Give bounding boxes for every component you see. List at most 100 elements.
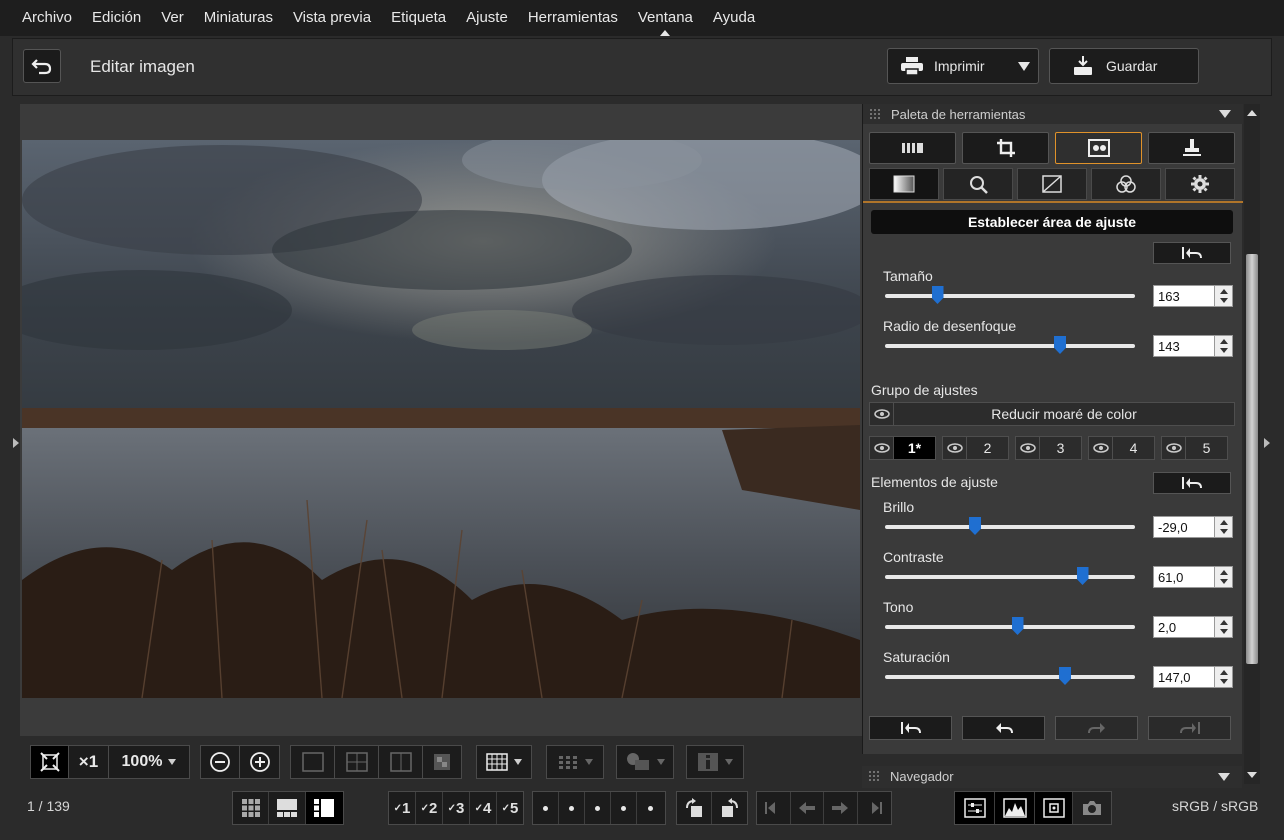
- tab-adjustment[interactable]: [1055, 132, 1142, 164]
- next-image-button[interactable]: [824, 792, 858, 824]
- rating-3-button[interactable]: ✓ 3: [443, 792, 470, 824]
- eye-icon[interactable]: [870, 403, 894, 425]
- size-slider-thumb[interactable]: [931, 286, 944, 304]
- menu-vista-previa[interactable]: Vista previa: [283, 0, 381, 36]
- menu-ventana[interactable]: Ventana: [628, 0, 703, 36]
- group-tab-4[interactable]: 4: [1088, 436, 1155, 460]
- before-after-button[interactable]: [423, 746, 461, 778]
- size-value[interactable]: 163: [1158, 289, 1180, 304]
- stepper-arrows[interactable]: [1214, 667, 1232, 687]
- save-button[interactable]: Guardar: [1049, 48, 1199, 84]
- brightness-stepper[interactable]: -29,0: [1153, 516, 1233, 538]
- grip-icon[interactable]: [869, 108, 881, 120]
- saturation-slider-thumb[interactable]: [1059, 667, 1071, 685]
- contrast-slider-thumb[interactable]: [1076, 567, 1089, 585]
- palette-header[interactable]: Paleta de herramientas: [863, 104, 1243, 124]
- group-tab-5[interactable]: 5: [1161, 436, 1228, 460]
- menu-ajuste[interactable]: Ajuste: [456, 0, 518, 36]
- stepper-arrows[interactable]: [1214, 517, 1232, 537]
- filmstrip-layout-button[interactable]: [269, 792, 306, 824]
- hue-slider[interactable]: [885, 617, 1135, 635]
- split-view-button[interactable]: [379, 746, 423, 778]
- af-point-select[interactable]: [546, 745, 604, 779]
- collapse-left-icon[interactable]: [13, 438, 19, 448]
- stepper-arrows[interactable]: [1214, 617, 1232, 637]
- zoom-in-button[interactable]: [240, 746, 279, 778]
- highlight-warning-select[interactable]: [616, 745, 674, 779]
- tab-area[interactable]: [869, 168, 939, 200]
- last-image-button[interactable]: [858, 792, 891, 824]
- redo-all-button[interactable]: [1148, 716, 1231, 740]
- eye-icon[interactable]: [870, 437, 894, 459]
- fit-screen-button[interactable]: [31, 746, 69, 778]
- first-image-button[interactable]: [757, 792, 791, 824]
- eye-icon[interactable]: [1016, 437, 1040, 459]
- rotate-left-button[interactable]: [677, 792, 713, 824]
- preview-layout-button[interactable]: [305, 792, 343, 824]
- area-reset-button[interactable]: [1153, 242, 1231, 264]
- thumbnail-layout-button[interactable]: [233, 792, 270, 824]
- eye-icon[interactable]: [1089, 437, 1113, 459]
- contrast-stepper[interactable]: 61,0: [1153, 566, 1233, 588]
- star-4-button[interactable]: [611, 792, 637, 824]
- back-button[interactable]: [23, 49, 61, 83]
- undo-button[interactable]: [962, 716, 1045, 740]
- grid-button[interactable]: [477, 746, 531, 778]
- tab-settings[interactable]: [1165, 168, 1235, 200]
- stepper-arrows[interactable]: [1214, 567, 1232, 587]
- star-5-button[interactable]: [637, 792, 663, 824]
- blur-radius-value[interactable]: 143: [1158, 339, 1180, 354]
- af-display-button[interactable]: [1035, 792, 1073, 824]
- rating-1-button[interactable]: ✓ 1: [389, 792, 416, 824]
- scroll-up-icon[interactable]: [1247, 110, 1257, 116]
- brightness-value[interactable]: -29,0: [1158, 520, 1188, 535]
- adjust-group-row[interactable]: Reducir moaré de color: [869, 402, 1235, 426]
- menu-ver[interactable]: Ver: [151, 0, 194, 36]
- contrast-slider[interactable]: [885, 567, 1135, 585]
- chevron-down-icon[interactable]: [1018, 62, 1030, 71]
- tab-tone-curve[interactable]: [1017, 168, 1087, 200]
- histogram-button[interactable]: [995, 792, 1035, 824]
- brightness-slider[interactable]: [885, 517, 1135, 535]
- rating-4-button[interactable]: ✓ 4: [470, 792, 497, 824]
- blur-radius-stepper[interactable]: 143: [1153, 335, 1233, 357]
- hue-stepper[interactable]: 2,0: [1153, 616, 1233, 638]
- print-button[interactable]: Imprimir: [887, 48, 1039, 84]
- tab-basic[interactable]: [869, 132, 956, 164]
- contrast-value[interactable]: 61,0: [1158, 570, 1183, 585]
- group-tab-3[interactable]: 3: [1015, 436, 1082, 460]
- rotate-right-button[interactable]: [712, 792, 747, 824]
- blur-radius-slider-thumb[interactable]: [1054, 336, 1066, 354]
- info-select[interactable]: [686, 745, 744, 779]
- adjustment-display-button[interactable]: [955, 792, 995, 824]
- scrollbar-thumb[interactable]: [1246, 254, 1258, 664]
- highlight-warning-button[interactable]: [617, 746, 673, 778]
- elements-reset-button[interactable]: [1153, 472, 1231, 494]
- rating-5-button[interactable]: ✓ 5: [497, 792, 523, 824]
- saturation-value[interactable]: 147,0: [1158, 670, 1191, 685]
- menu-etiqueta[interactable]: Etiqueta: [381, 0, 456, 36]
- af-points-button[interactable]: [547, 746, 603, 778]
- tab-color[interactable]: [1091, 168, 1161, 200]
- info-button[interactable]: [687, 746, 743, 778]
- menu-miniaturas[interactable]: Miniaturas: [194, 0, 283, 36]
- tab-crop[interactable]: [962, 132, 1049, 164]
- stepper-arrows[interactable]: [1214, 336, 1232, 356]
- size-stepper[interactable]: 163: [1153, 285, 1233, 307]
- menu-archivo[interactable]: Archivo: [12, 0, 82, 36]
- grip-icon[interactable]: [868, 770, 880, 782]
- zoom-out-button[interactable]: [201, 746, 241, 778]
- zoom-select[interactable]: 100%: [109, 746, 189, 778]
- palette-scrollbar[interactable]: [1244, 104, 1260, 784]
- stepper-arrows[interactable]: [1214, 286, 1232, 306]
- group-tab-2[interactable]: 2: [942, 436, 1009, 460]
- adjust-group-name[interactable]: Reducir moaré de color: [894, 403, 1234, 425]
- chevron-down-icon[interactable]: [1219, 110, 1231, 118]
- menu-ayuda[interactable]: Ayuda: [703, 0, 765, 36]
- revert-all-button[interactable]: [869, 716, 952, 740]
- zoom-1x-button[interactable]: ×1: [69, 746, 109, 778]
- star-1-button[interactable]: [533, 792, 559, 824]
- star-2-button[interactable]: [559, 792, 585, 824]
- chevron-down-icon[interactable]: [1218, 773, 1230, 781]
- preview-image[interactable]: [22, 140, 860, 698]
